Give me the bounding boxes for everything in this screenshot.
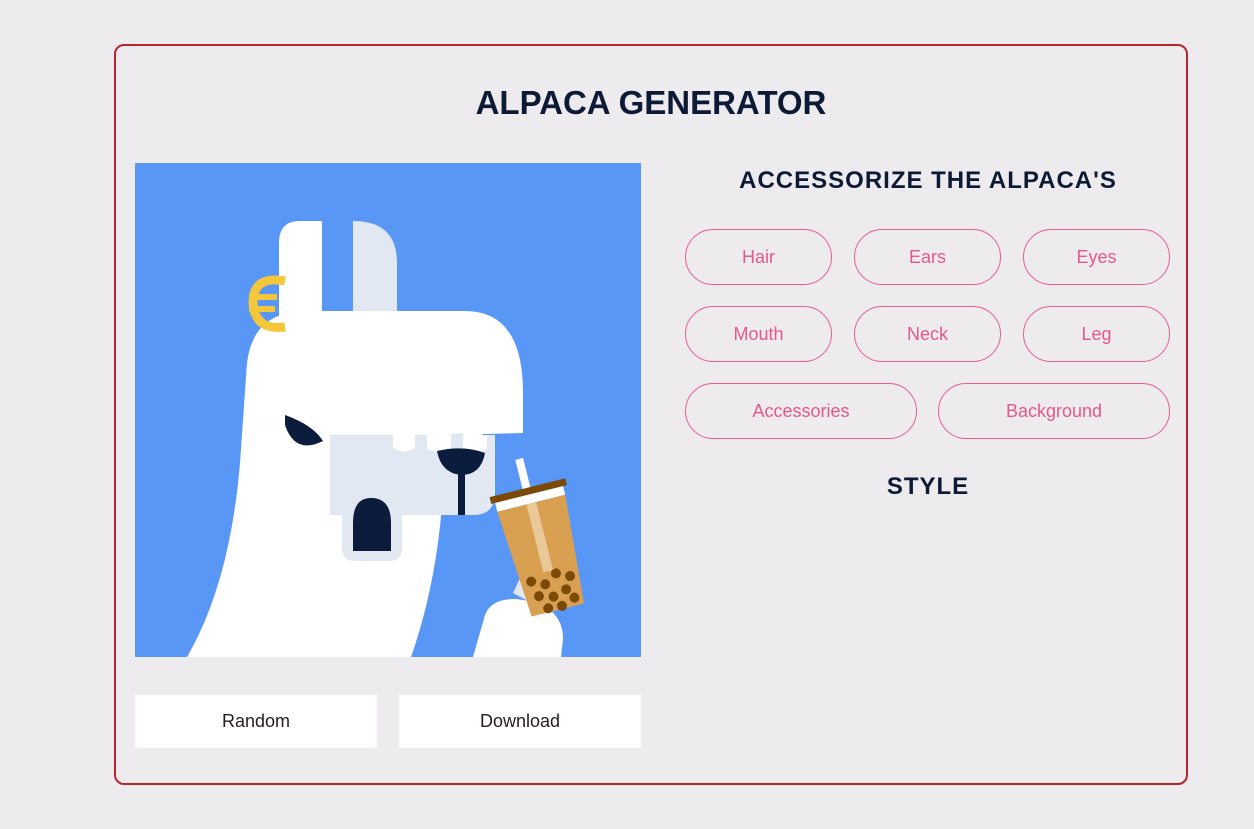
random-button[interactable]: Random (135, 695, 377, 748)
option-background-button[interactable]: Background (938, 383, 1170, 439)
download-button[interactable]: Download (399, 695, 641, 748)
alpaca-mouth (353, 498, 391, 551)
option-mouth-button[interactable]: Mouth (685, 306, 832, 362)
option-eyes-button[interactable]: Eyes (1023, 229, 1170, 285)
alpaca-preview (135, 163, 641, 657)
page-title: ALPACA GENERATOR (475, 84, 827, 121)
option-hair-button[interactable]: Hair (685, 229, 832, 285)
generator-card: ALPACA GENERATOR Random Download ACCESSO… (114, 44, 1188, 785)
bubble-tea-icon (489, 457, 585, 617)
option-neck-button[interactable]: Neck (854, 306, 1001, 362)
alpaca-nose-line (458, 463, 465, 515)
option-ears-button[interactable]: Ears (854, 229, 1001, 285)
style-heading: STYLE (886, 473, 970, 500)
option-accessories-button[interactable]: Accessories (685, 383, 917, 439)
accessorize-heading: ACCESSORIZE THE ALPACA'S (739, 167, 1117, 194)
option-leg-button[interactable]: Leg (1023, 306, 1170, 362)
